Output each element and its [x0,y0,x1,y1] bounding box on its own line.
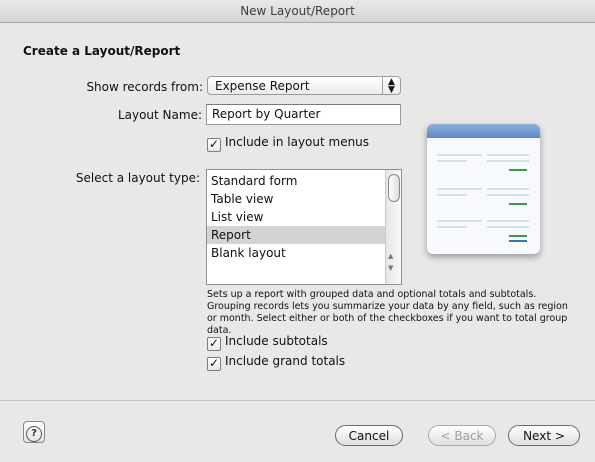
preview-line [437,220,482,222]
help-icon: ? [26,426,42,442]
include-subtotals-label: Include subtotals [225,334,328,348]
cancel-button[interactable]: Cancel [335,425,403,446]
include-grand-totals-row[interactable]: ✓ Include grand totals [207,354,345,371]
preview-line [487,220,529,222]
dialog-content: Create a Layout/Report Show records from… [0,23,595,462]
list-item-table-view[interactable]: Table view [207,190,387,208]
list-item-report[interactable]: Report [207,226,387,244]
next-button[interactable]: Next > [508,425,580,446]
select-arrows-icon: ▲ ▼ [382,77,400,95]
include-in-menus-row[interactable]: ✓ Include in layout menus [207,135,369,152]
preview-grand-total-line [509,240,527,242]
preview-header [427,124,540,138]
list-item-standard-form[interactable]: Standard form [207,172,387,190]
preview-line [487,154,529,156]
scrollbar-thumb[interactable] [388,174,400,202]
layout-type-description: Sets up a report with grouped data and o… [207,289,568,336]
layout-type-label: Select a layout type: [75,171,200,185]
preview-subtotal-line [509,203,527,205]
preview-line [487,160,529,162]
include-subtotals-checkbox[interactable]: ✓ [207,337,221,351]
preview-line [437,154,482,156]
preview-line [487,188,529,190]
preview-line [437,160,467,162]
preview-subtotal-line [509,235,527,237]
window-title: New Layout/Report [0,0,595,23]
include-in-menus-label: Include in layout menus [225,135,370,149]
list-item-list-view[interactable]: List view [207,208,387,226]
new-layout-report-dialog: New Layout/Report Create a Layout/Report… [0,0,595,462]
preview-subtotal-line [509,169,527,171]
help-button[interactable]: ? [23,421,45,443]
include-in-menus-checkbox[interactable]: ✓ [207,138,221,152]
footer-divider [0,400,595,401]
list-item-blank-layout[interactable]: Blank layout [207,244,387,262]
layout-name-field[interactable]: Report by Quarter [206,104,401,125]
preview-line [487,226,529,228]
preview-line [437,194,467,196]
include-subtotals-row[interactable]: ✓ Include subtotals [207,334,328,351]
layout-type-list[interactable]: Standard form Table view List view Repor… [206,169,402,285]
layout-name-label: Layout Name: [117,108,202,122]
layout-preview-thumbnail [427,124,540,254]
scroll-down-icon[interactable]: ▼ [388,264,393,272]
page-title: Create a Layout/Report [23,44,181,58]
back-button[interactable]: < Back [428,425,496,446]
preview-line [437,188,482,190]
preview-line [437,226,467,228]
preview-line [487,194,529,196]
show-records-label: Show records from: [86,80,203,94]
show-records-select[interactable]: Expense Report ▲ ▼ [207,76,401,95]
include-grand-totals-checkbox[interactable]: ✓ [207,357,221,371]
list-scrollbar[interactable]: ▲ ▼ [385,170,401,284]
include-grand-totals-label: Include grand totals [225,354,346,368]
scroll-up-icon[interactable]: ▲ [388,252,393,260]
show-records-value: Expense Report [215,79,310,93]
